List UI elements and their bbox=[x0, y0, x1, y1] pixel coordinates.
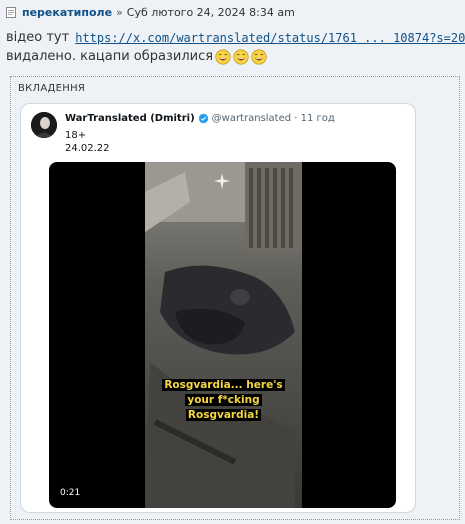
sparkle-icon bbox=[214, 173, 230, 189]
laughing-emoji-icon bbox=[233, 48, 249, 65]
header-separator: » bbox=[116, 5, 123, 19]
tweet-author-name[interactable]: WarTranslated (Dmitri) bbox=[65, 113, 195, 124]
verified-badge-icon bbox=[198, 113, 208, 124]
caption-line-2: your f*cking bbox=[185, 394, 262, 406]
post-line-1: відео тут https://x.com/wartranslated/st… bbox=[6, 28, 465, 47]
avatar[interactable] bbox=[31, 112, 57, 138]
embedded-tweet[interactable]: WarTranslated (Dmitri) @wartranslated · … bbox=[20, 103, 416, 513]
tweet-text-line-2: 24.02.22 bbox=[65, 143, 110, 154]
laughing-emoji-icon bbox=[251, 48, 267, 65]
post-date: Суб лютого 24, 2024 8:34 am bbox=[126, 5, 295, 19]
caption-line-1: Rosgvardia... here's bbox=[162, 379, 285, 391]
tweet-handle-time[interactable]: @wartranslated · 11 год bbox=[212, 113, 335, 124]
deleted-text: видалено. кацапи образилися bbox=[6, 49, 214, 64]
avatar-image bbox=[31, 112, 57, 138]
post-line-2: видалено. кацапи образилися bbox=[6, 47, 458, 66]
attachments-title: ВКЛАДЕННЯ bbox=[18, 83, 86, 94]
video-here-text: відео тут bbox=[6, 30, 70, 45]
tweet-video[interactable]: Rosgvardia... here's your f*cking Rosgva… bbox=[49, 162, 396, 508]
attachments-box: ВКЛАДЕННЯ WarTranslated (Dmitri) @wartra… bbox=[10, 76, 460, 520]
video-frame: Rosgvardia... here's your f*cking Rosgva… bbox=[145, 162, 302, 508]
tweet-header: WarTranslated (Dmitri) @wartranslated · … bbox=[65, 113, 335, 124]
post-content: відео тут https://x.com/wartranslated/st… bbox=[6, 28, 465, 66]
tweet-text-line-1: 18+ bbox=[65, 130, 87, 141]
video-caption: Rosgvardia... here's your f*cking Rosgva… bbox=[160, 378, 287, 423]
post-header: перекатиполе » Суб лютого 24, 2024 8:34 … bbox=[6, 4, 295, 20]
laughing-emoji-icon bbox=[215, 48, 231, 65]
post-icon[interactable] bbox=[6, 6, 16, 18]
tweet-text: 18+ 24.02.22 bbox=[65, 129, 110, 155]
video-scene bbox=[145, 162, 302, 508]
caption-line-3: Rosgvardia! bbox=[185, 409, 262, 421]
video-link[interactable]: https://x.com/wartranslated/status/1761 … bbox=[75, 31, 465, 45]
video-duration: 0:21 bbox=[60, 488, 81, 498]
post-author-link[interactable]: перекатиполе bbox=[22, 6, 112, 19]
